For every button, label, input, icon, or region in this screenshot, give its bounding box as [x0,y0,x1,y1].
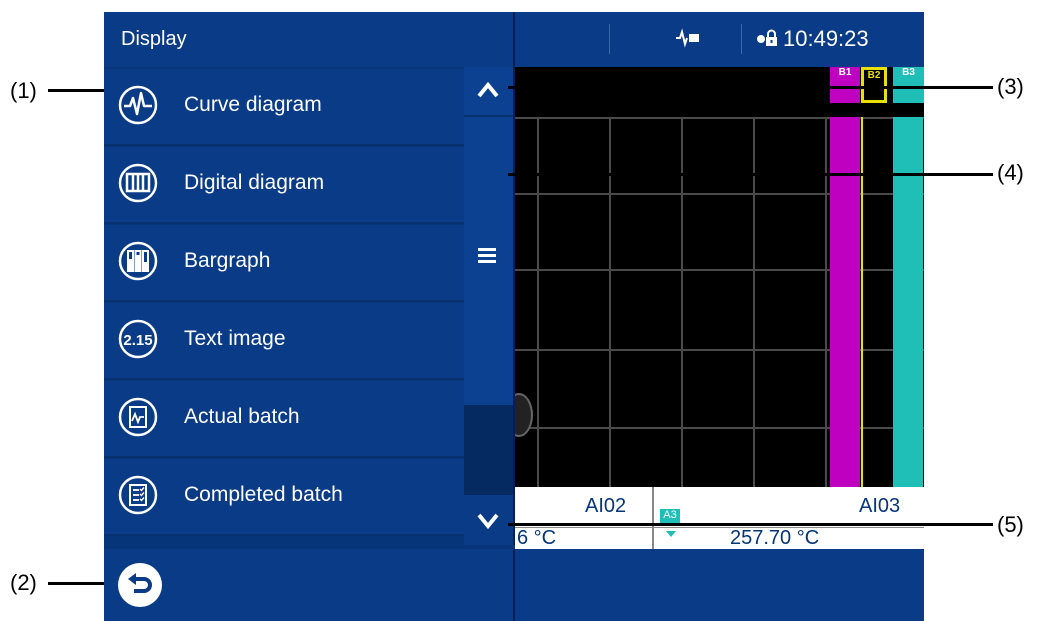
menu-item-text-image[interactable]: 2.15 Text image [104,303,464,380]
menu-item-digital-diagram[interactable]: Digital diagram [104,147,464,224]
callout-5-line [508,523,993,526]
signal-status-icon [675,28,701,53]
channel-tag-b1: B1 [830,67,860,103]
bargraph-icon [118,241,158,281]
back-area [104,549,515,621]
curve-diagram-icon [118,85,158,125]
trend-down-icon [666,531,676,537]
channel-value-right: 257.70 °C [730,527,820,549]
callout-3: (3) [997,74,1024,99]
bottom-bar [515,549,924,621]
status-separator [741,24,742,54]
scroll-track[interactable] [464,405,513,495]
chevron-down-icon [476,511,500,536]
display-menu: Curve diagram Digital diagram Bargraph 2… [104,67,464,545]
menu-item-label: Actual batch [184,405,300,428]
readout-left: AI02 6 °C [515,487,654,549]
digital-diagram-icon [118,163,158,203]
device-screen: 10:49:23 B1 B2 B3 AI02 6 °C A3 AI03 257.… [104,12,924,621]
menu-item-curve-diagram[interactable]: Curve diagram [104,69,464,146]
curve-plot-area: B1 B2 B3 [515,67,924,487]
text-image-icon: 2.15 [118,319,158,359]
callout-4-line [508,173,993,176]
scroll-up-button[interactable] [464,67,513,117]
back-arrow-icon [124,571,156,604]
menu-header: Display [104,12,515,67]
channel-tag-b2: B2 [861,67,887,103]
callout-2-line [48,582,110,585]
chevron-up-icon [476,80,500,105]
menu-item-label: Digital diagram [184,171,325,194]
callout-5: (5) [997,512,1024,537]
menu-item-label: Completed batch [184,483,343,506]
menu-item-label: Curve diagram [184,93,322,116]
menu-item-label: Bargraph [184,249,271,272]
menu-item-completed-batch[interactable]: Completed batch [104,459,464,536]
actual-batch-icon [118,397,158,437]
status-bar: 10:49:23 [515,12,924,67]
channel-name-left: AI02 [585,495,627,517]
channel-tag-b3: B3 [893,67,924,103]
menu-item-actual-batch[interactable]: Actual batch [104,381,464,458]
menu-item-bargraph[interactable]: Bargraph [104,225,464,302]
callout-2: (2) [10,570,37,595]
back-button[interactable] [118,563,162,607]
channel-name-right: AI03 [859,495,901,517]
curve-handle[interactable] [515,393,533,437]
callout-3-line [508,86,993,89]
channel-badge: A3 [660,509,680,523]
callout-1: (1) [10,78,37,103]
scroll-thumb[interactable] [464,119,513,394]
callout-4: (4) [997,160,1024,185]
clock: 10:49:23 [783,26,869,51]
scroll-down-button[interactable] [464,495,513,545]
menu-scrollbar[interactable] [464,67,515,545]
user-lock-icon [755,26,779,55]
readout-right: A3 AI03 257.70 °C [654,487,924,549]
page-title: Display [121,28,187,50]
svg-text:2.15: 2.15 [123,332,152,349]
menu-item-label: Text image [184,327,286,350]
channel-readout: AI02 6 °C A3 AI03 257.70 °C [515,487,924,549]
menu-lines-icon [478,247,498,270]
status-separator [609,24,610,54]
callout-1-line [48,89,108,92]
completed-batch-icon [118,475,158,515]
channel-value-left: 6 °C [517,527,557,549]
